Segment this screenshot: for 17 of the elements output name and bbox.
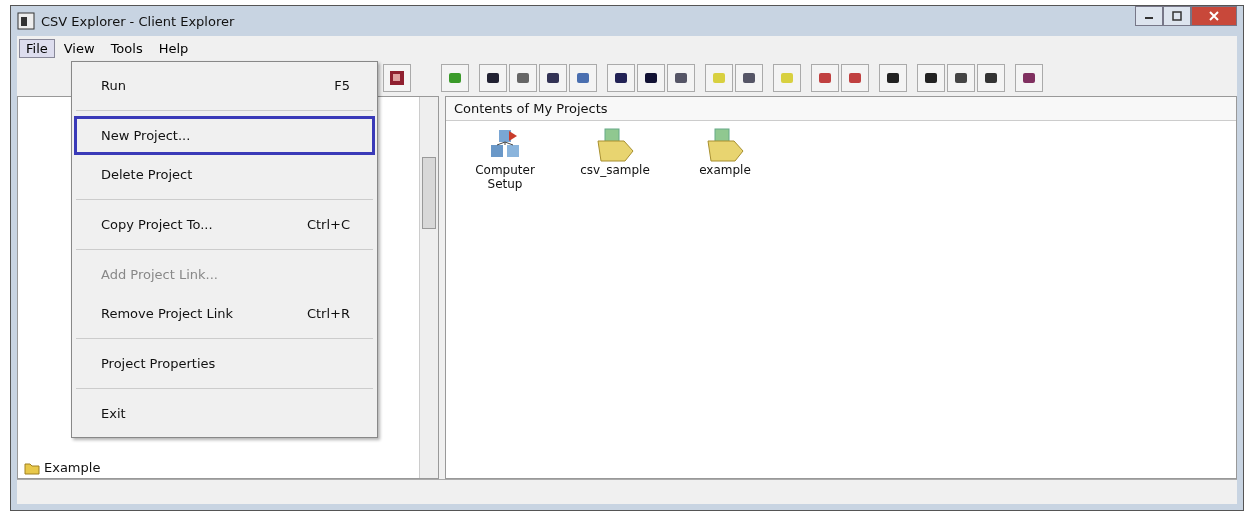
menu-item[interactable]: Help (151, 38, 196, 58)
menu-item[interactable]: Project Properties (74, 344, 375, 383)
tree-item[interactable]: Example (22, 459, 415, 476)
project-item[interactable]: example (680, 127, 770, 191)
menu-item[interactable]: View (56, 38, 102, 58)
window-title: CSV Explorer - Client Explorer (41, 13, 235, 29)
project-item[interactable]: csv_sample (570, 127, 660, 191)
menu-item[interactable]: Copy Project To... Ctrl+C (74, 205, 375, 244)
menu-item[interactable]: Remove Project Link Ctrl+R (74, 294, 375, 333)
menu-item[interactable]: Run F5 (74, 66, 375, 105)
menu-item[interactable]: Delete Project (74, 155, 375, 194)
menu-item[interactable]: File (19, 38, 55, 58)
menu-item[interactable]: Exit (74, 394, 375, 433)
menu-item[interactable]: New Project... (74, 116, 375, 155)
project-item[interactable]: Computer Setup (460, 127, 550, 191)
menu-item[interactable]: Tools (103, 38, 150, 58)
panel-header: Contents of My Projects (446, 97, 1236, 121)
